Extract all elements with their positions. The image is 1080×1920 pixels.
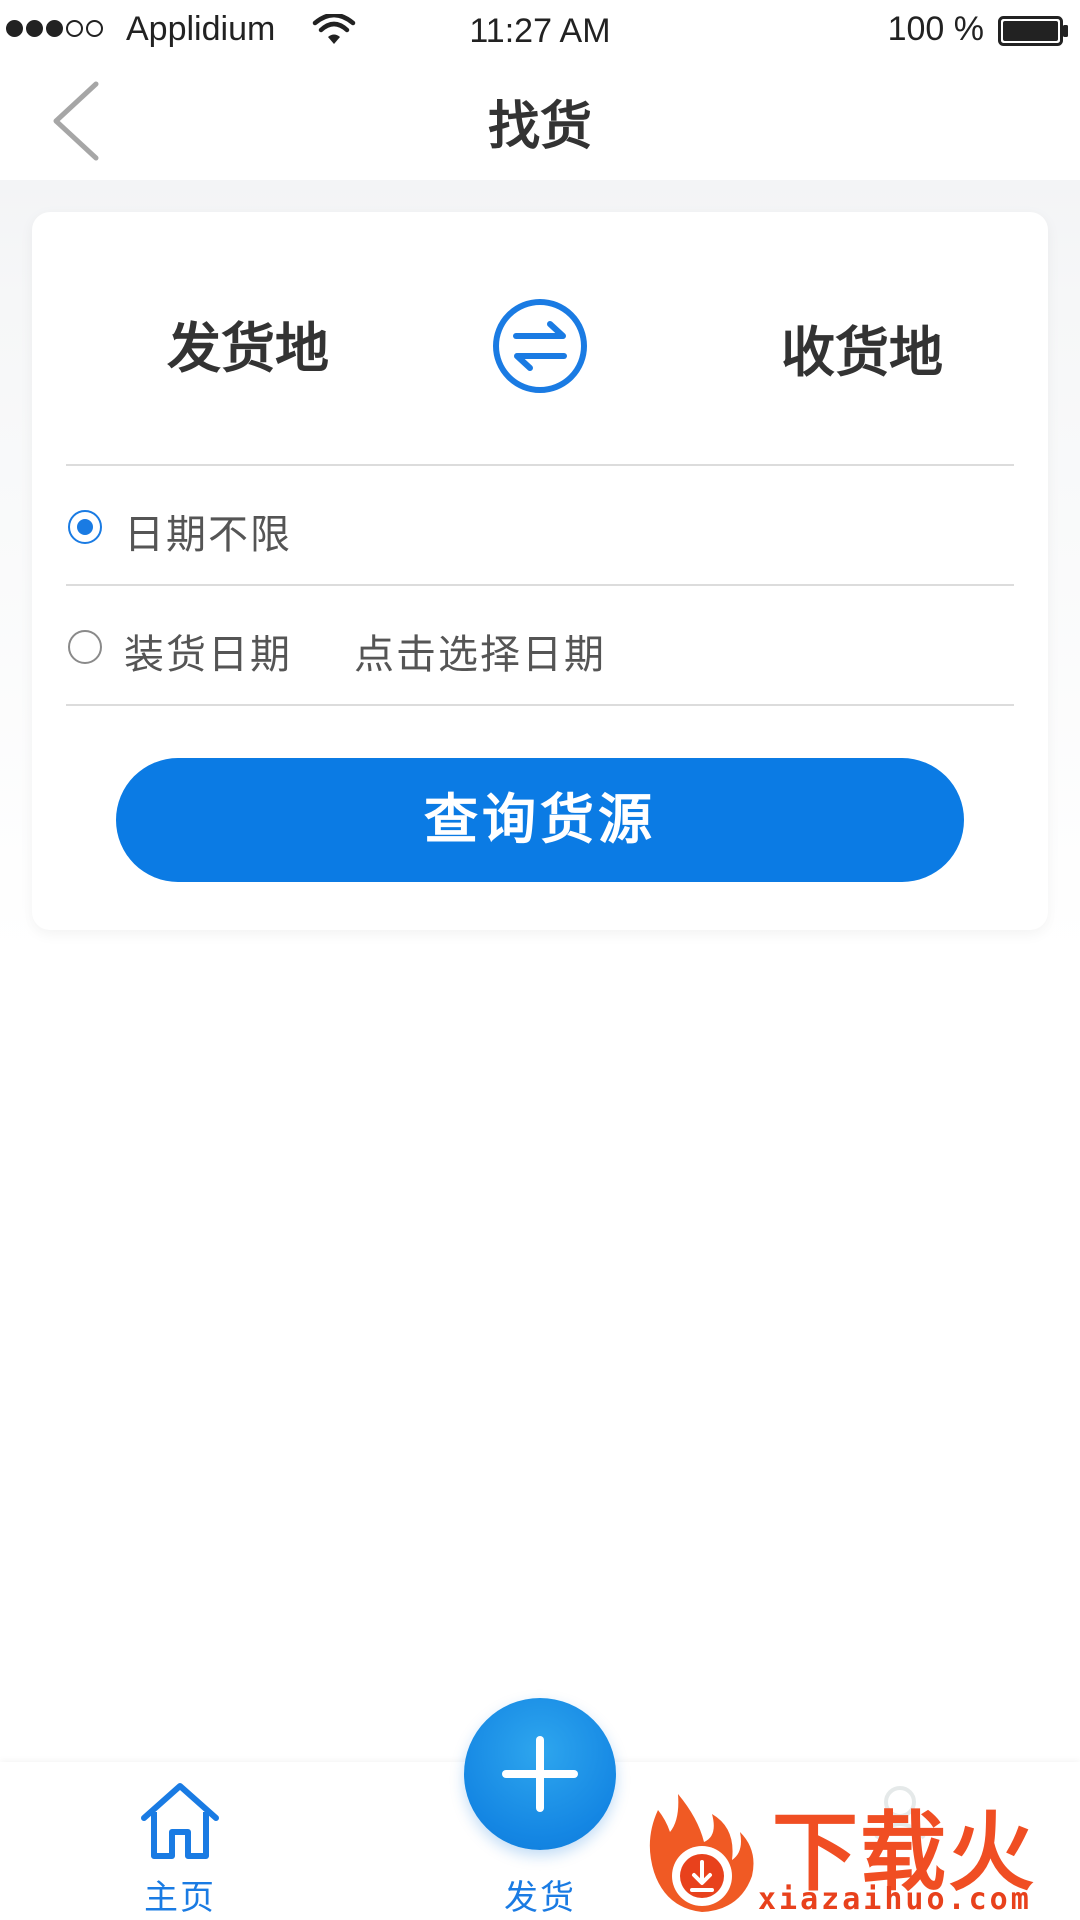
date-option-loading[interactable]: 装货日期 点击选择日期 [32, 586, 1048, 704]
battery-full-icon [998, 16, 1068, 46]
radio-loading-date[interactable] [68, 630, 102, 664]
radio-any-date-selected[interactable] [68, 510, 102, 544]
swap-arrows-icon [493, 299, 587, 393]
tab-home-label: 主页 [144, 1878, 216, 1918]
divider [66, 704, 1014, 706]
query-cargo-button[interactable]: 查询货源 [116, 758, 964, 882]
chevron-left-icon [53, 81, 99, 161]
search-card: 发货地 收货地 日期不限 装货日期 点击选择日期 查询货源 [32, 212, 1048, 930]
option-label: 装货日期 [124, 632, 292, 678]
date-option-any[interactable]: 日期不限 [32, 466, 1048, 584]
back-button[interactable] [38, 76, 110, 166]
status-bar: Applidium 11:27 AM 100 % [0, 0, 1080, 62]
main-content: 发货地 收货地 日期不限 装货日期 点击选择日期 查询货源 [0, 180, 1080, 960]
home-icon [141, 1783, 219, 1859]
destination-selector[interactable]: 收货地 [744, 308, 980, 387]
swap-route-button[interactable] [490, 296, 590, 396]
option-label: 日期不限 [124, 512, 292, 558]
profile-icon[interactable] [870, 1780, 930, 1840]
tab-publish-label: 发货 [504, 1878, 576, 1918]
plus-icon [502, 1736, 578, 1812]
origin-selector[interactable]: 发货地 [130, 304, 366, 383]
tab-home[interactable]: 主页 [90, 1762, 270, 1920]
navigation-bar: 找货 [0, 62, 1080, 180]
date-picker-field[interactable]: 点击选择日期 [354, 622, 606, 680]
page-title: 找货 [487, 97, 592, 157]
battery-percentage: 100 % [887, 10, 984, 48]
route-selector: 发货地 收货地 [32, 212, 1048, 464]
publish-shipment-button[interactable] [464, 1698, 616, 1850]
